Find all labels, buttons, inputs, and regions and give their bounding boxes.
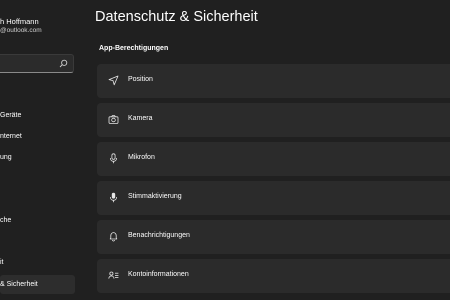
- sidebar-item-accessibility[interactable]: it: [0, 253, 75, 272]
- sidebar: h Hoffmann @outlook.com Geräte nternet u…: [0, 0, 80, 300]
- microphone-icon: [108, 153, 119, 164]
- sidebar-item-label: Geräte: [0, 112, 22, 119]
- user-email: @outlook.com: [0, 27, 42, 34]
- bell-icon: [108, 231, 119, 242]
- card-label: Kontoinformationen: [128, 271, 189, 278]
- sidebar-item-time-language[interactable]: che: [0, 211, 75, 230]
- search-input[interactable]: [0, 54, 74, 73]
- card-label: Benachrichtigungen: [128, 232, 190, 239]
- sidebar-item-label: it: [0, 259, 4, 266]
- page-title: Datenschutz & Sicherheit: [95, 9, 258, 25]
- sidebar-item-privacy-security[interactable]: & Sicherheit: [0, 275, 75, 294]
- camera-icon: [108, 114, 119, 125]
- location-icon: [108, 75, 119, 86]
- sidebar-item-label: che: [0, 217, 12, 224]
- user-name: h Hoffmann: [0, 17, 39, 26]
- card-label: Mikrofon: [128, 154, 155, 161]
- sidebar-item-network-internet[interactable]: nternet: [0, 127, 75, 146]
- card-account-info[interactable]: Kontoinformationen: [97, 259, 450, 293]
- card-microphone[interactable]: Mikrofon: [97, 142, 450, 176]
- section-title: App-Berechtigungen: [99, 45, 169, 52]
- card-camera[interactable]: Kamera: [97, 103, 450, 137]
- voice-activation-icon: [108, 192, 119, 203]
- card-label: Position: [128, 76, 153, 83]
- card-notifications[interactable]: Benachrichtigungen: [97, 220, 450, 254]
- search-icon[interactable]: [59, 59, 68, 68]
- sidebar-item-devices[interactable]: Geräte: [0, 106, 75, 125]
- card-position[interactable]: Position: [97, 64, 450, 98]
- card-voice-activation[interactable]: Stimmaktivierung: [97, 181, 450, 215]
- card-label: Stimmaktivierung: [128, 193, 182, 200]
- account-info-icon: [108, 270, 119, 281]
- sidebar-item-label: ung: [0, 154, 12, 161]
- card-label: Kamera: [128, 115, 153, 122]
- sidebar-item-label: nternet: [0, 133, 22, 140]
- sidebar-item-label: & Sicherheit: [0, 281, 38, 288]
- sidebar-item-personalization[interactable]: ung: [0, 148, 75, 167]
